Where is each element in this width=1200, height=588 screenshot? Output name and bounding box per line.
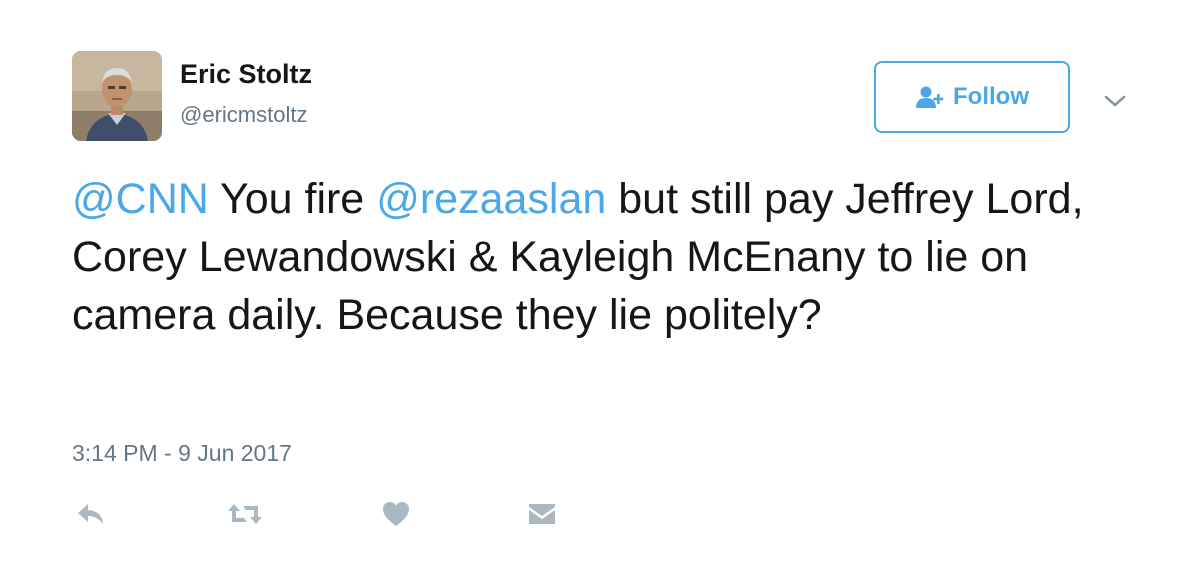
author-handle[interactable]: @ericmstoltz (180, 100, 307, 130)
like-button[interactable] (374, 498, 418, 534)
tweet-timestamp[interactable]: 3:14 PM - 9 Jun 2017 (72, 438, 292, 468)
author-name[interactable]: Eric Stoltz (180, 57, 312, 91)
tweet-text-segment: You fire (208, 175, 377, 223)
retweet-icon (225, 500, 265, 533)
chevron-down-icon[interactable] (1100, 88, 1130, 114)
follow-button[interactable]: Follow (874, 61, 1070, 133)
mention-cnn[interactable]: @CNN (72, 175, 209, 223)
reply-icon (75, 500, 107, 533)
user-plus-icon (915, 85, 945, 109)
reply-button[interactable] (69, 498, 113, 534)
follow-button-label: Follow (953, 83, 1029, 110)
avatar[interactable] (72, 51, 162, 141)
heart-icon (381, 500, 411, 533)
mention-rezaaslan[interactable]: @rezaaslan (376, 175, 606, 223)
retweet-button[interactable] (223, 498, 267, 534)
tweet-text: @CNN You fire @rezaaslan but still pay J… (72, 170, 1162, 344)
envelope-icon (527, 501, 557, 532)
direct-message-button[interactable] (520, 498, 564, 534)
